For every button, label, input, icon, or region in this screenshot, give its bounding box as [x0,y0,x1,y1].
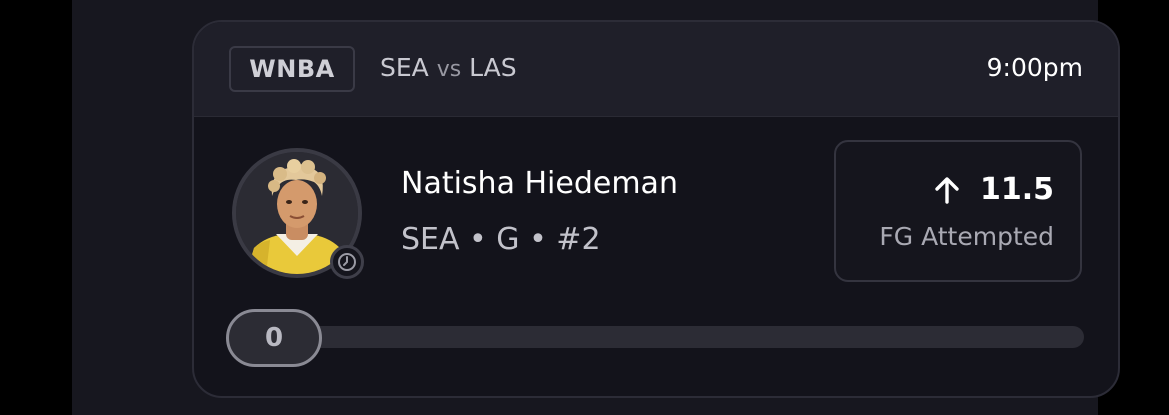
progress-value-badge: 0 [226,309,322,367]
progress-track [230,326,1084,348]
vs-label: vs [436,57,462,82]
player-name: Natisha Hiedeman [401,166,678,201]
game-header: WNBA SEA vs LAS 9:00pm [194,22,1118,117]
prop-stat-label: FG Attempted [879,222,1054,251]
prop-line: 11.5 [932,172,1054,207]
clock-icon [330,245,364,279]
player-meta: SEA • G • #2 [401,222,601,257]
home-team: SEA [380,53,429,82]
player-avatar[interactable] [232,148,364,279]
matchup: SEA vs LAS [380,53,517,82]
away-team: LAS [469,53,517,82]
app-panel: WNBA SEA vs LAS 9:00pm Natisha Hiedeman … [72,0,1120,415]
game-time: 9:00pm [986,53,1083,82]
league-badge: WNBA [229,46,355,92]
prop-line-value: 11.5 [979,172,1054,207]
prop-selection-button[interactable]: 11.5 FG Attempted [834,140,1082,282]
arrow-up-icon [935,176,959,204]
player-prop-card[interactable]: WNBA SEA vs LAS 9:00pm Natisha Hiedeman … [192,20,1120,398]
